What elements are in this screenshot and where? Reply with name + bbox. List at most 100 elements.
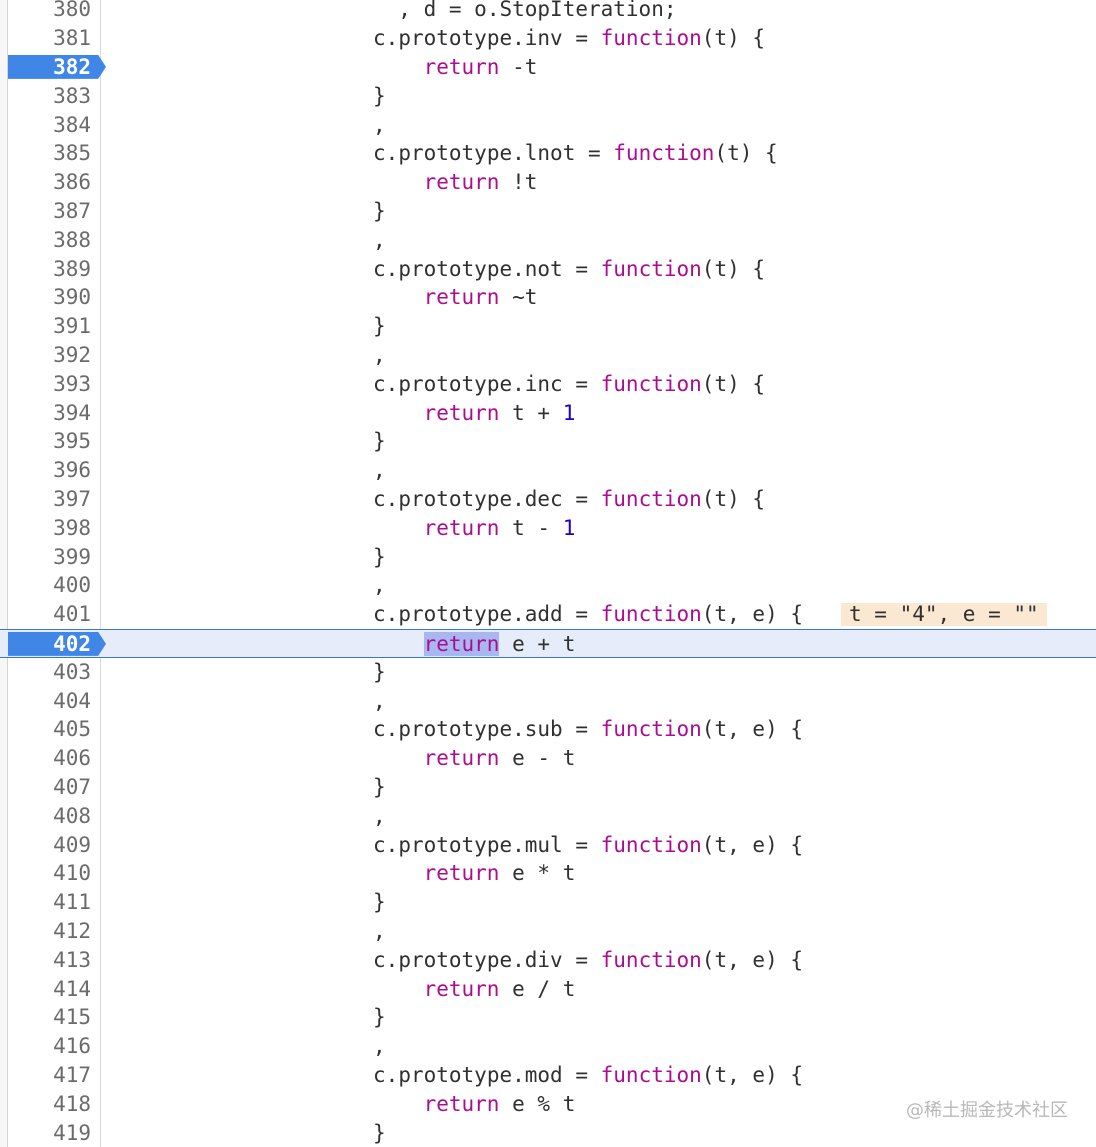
code-text[interactable]: , — [373, 456, 386, 485]
code-text[interactable]: return t - 1 — [373, 514, 576, 543]
code-line[interactable]: 389 c.prototype.not = function(t) { — [0, 255, 1096, 284]
code-text[interactable]: return e - t — [373, 744, 576, 773]
code-text[interactable]: c.prototype.dec = function(t) { — [373, 485, 765, 514]
code-text[interactable]: } — [373, 312, 386, 341]
line-number[interactable]: 385 — [8, 139, 91, 168]
line-number[interactable]: 411 — [8, 888, 91, 917]
code-line[interactable]: 395} — [0, 427, 1096, 456]
line-number[interactable]: 382 — [8, 53, 91, 82]
line-number[interactable]: 395 — [8, 427, 91, 456]
code-text[interactable]: c.prototype.inc = function(t) { — [373, 370, 765, 399]
line-number[interactable]: 418 — [8, 1090, 91, 1119]
line-number[interactable]: 398 — [8, 514, 91, 543]
code-text[interactable]: , — [373, 571, 386, 600]
code-line[interactable]: 415} — [0, 1003, 1096, 1032]
line-number[interactable]: 392 — [8, 341, 91, 370]
line-number[interactable]: 409 — [8, 831, 91, 860]
code-text[interactable]: return e + t — [373, 630, 575, 659]
line-number[interactable]: 410 — [8, 859, 91, 888]
code-line[interactable]: 407} — [0, 773, 1096, 802]
line-number[interactable]: 386 — [8, 168, 91, 197]
code-text[interactable]: } — [373, 773, 386, 802]
line-number[interactable]: 391 — [8, 312, 91, 341]
code-text[interactable]: } — [373, 1119, 386, 1147]
code-line[interactable]: 410 return e * t — [0, 859, 1096, 888]
code-text[interactable]: , — [373, 687, 386, 716]
code-text[interactable]: , — [373, 226, 386, 255]
line-number[interactable]: 381 — [8, 24, 91, 53]
code-text[interactable]: c.prototype.sub = function(t, e) { — [373, 715, 803, 744]
line-number[interactable]: 412 — [8, 917, 91, 946]
code-line[interactable]: 392, — [0, 341, 1096, 370]
code-line[interactable]: 419} — [0, 1119, 1096, 1147]
code-text[interactable]: } — [373, 658, 386, 687]
line-number[interactable]: 390 — [8, 283, 91, 312]
code-line[interactable]: 411} — [0, 888, 1096, 917]
code-text[interactable]: c.prototype.add = function(t, e) { — [373, 600, 803, 629]
code-line[interactable]: 404, — [0, 687, 1096, 716]
code-text[interactable]: c.prototype.inv = function(t) { — [373, 24, 765, 53]
code-line[interactable]: 383} — [0, 82, 1096, 111]
code-text[interactable]: c.prototype.div = function(t, e) { — [373, 946, 803, 975]
line-number[interactable]: 417 — [8, 1061, 91, 1090]
code-text[interactable]: } — [373, 82, 386, 111]
code-line[interactable]: 396, — [0, 456, 1096, 485]
line-number[interactable]: 396 — [8, 456, 91, 485]
code-line[interactable]: 403} — [0, 658, 1096, 687]
code-text[interactable]: , — [373, 111, 386, 140]
line-number[interactable]: 401 — [8, 600, 91, 629]
code-line[interactable]: 384, — [0, 111, 1096, 140]
line-number[interactable]: 403 — [8, 658, 91, 687]
line-number[interactable]: 404 — [8, 687, 91, 716]
code-text[interactable]: return e * t — [373, 859, 576, 888]
code-text[interactable]: } — [373, 427, 386, 456]
code-line[interactable]: 397 c.prototype.dec = function(t) { — [0, 485, 1096, 514]
code-text[interactable]: c.prototype.mod = function(t, e) { — [373, 1061, 803, 1090]
code-line[interactable]: 412, — [0, 917, 1096, 946]
code-text[interactable]: } — [373, 888, 386, 917]
line-number[interactable]: 389 — [8, 255, 91, 284]
line-number[interactable]: 406 — [8, 744, 91, 773]
code-text[interactable]: , — [373, 1032, 386, 1061]
line-number[interactable]: 393 — [8, 370, 91, 399]
code-line[interactable]: 394 return t + 1 — [0, 399, 1096, 428]
code-text[interactable]: c.prototype.lnot = function(t) { — [373, 139, 778, 168]
line-number[interactable]: 380 — [8, 0, 91, 24]
code-line[interactable]: 399} — [0, 543, 1096, 572]
code-line[interactable]: 382 return -t — [0, 53, 1096, 82]
code-line[interactable]: 408, — [0, 802, 1096, 831]
code-text[interactable]: , d = o.StopIteration; — [373, 0, 676, 24]
code-line[interactable]: 406 return e - t — [0, 744, 1096, 773]
code-line[interactable]: 405 c.prototype.sub = function(t, e) { — [0, 715, 1096, 744]
code-line[interactable]: 386 return !t — [0, 168, 1096, 197]
code-line[interactable]: 400, — [0, 571, 1096, 600]
code-text[interactable]: c.prototype.mul = function(t, e) { — [373, 831, 803, 860]
code-text[interactable]: } — [373, 543, 386, 572]
code-line[interactable]: 401 c.prototype.add = function(t, e) {t =… — [0, 600, 1096, 629]
code-line[interactable]: 390 return ~t — [0, 283, 1096, 312]
code-text[interactable]: c.prototype.not = function(t) { — [373, 255, 765, 284]
code-line[interactable]: 381 c.prototype.inv = function(t) { — [0, 24, 1096, 53]
code-line[interactable]: 387} — [0, 197, 1096, 226]
code-line[interactable]: 413 c.prototype.div = function(t, e) { — [0, 946, 1096, 975]
line-number[interactable]: 415 — [8, 1003, 91, 1032]
code-text[interactable]: return t + 1 — [373, 399, 576, 428]
line-number[interactable]: 394 — [8, 399, 91, 428]
code-line[interactable]: 398 return t - 1 — [0, 514, 1096, 543]
code-text[interactable]: return -t — [373, 53, 538, 82]
code-line[interactable]: 416, — [0, 1032, 1096, 1061]
code-text[interactable]: , — [373, 802, 386, 831]
code-line[interactable]: 385 c.prototype.lnot = function(t) { — [0, 139, 1096, 168]
code-line-paused[interactable]: 402 return e + t — [0, 628, 1096, 659]
line-number[interactable]: 397 — [8, 485, 91, 514]
code-text[interactable]: } — [373, 197, 386, 226]
line-number[interactable]: 408 — [8, 802, 91, 831]
code-line[interactable]: 393 c.prototype.inc = function(t) { — [0, 370, 1096, 399]
code-text[interactable]: return ~t — [373, 283, 538, 312]
code-text[interactable]: , — [373, 917, 386, 946]
code-text[interactable]: return !t — [373, 168, 538, 197]
line-number[interactable]: 402 — [8, 630, 91, 659]
line-number[interactable]: 407 — [8, 773, 91, 802]
source-code-editor[interactable]: 380 , d = o.StopIteration; 381 c.prototype… — [0, 0, 1096, 1147]
line-number[interactable]: 405 — [8, 715, 91, 744]
